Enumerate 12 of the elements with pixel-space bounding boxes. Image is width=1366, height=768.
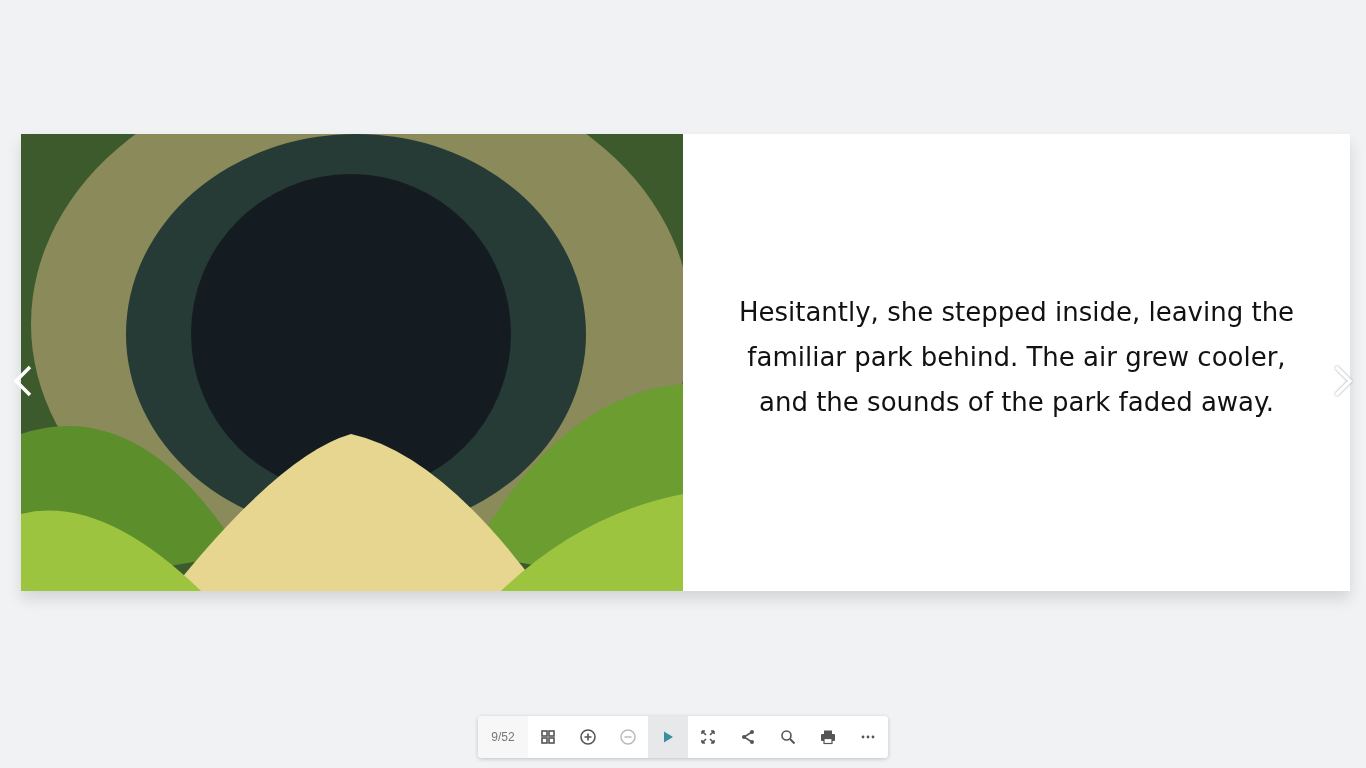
page-text: Hesitantly, she stepped inside, leaving the familiar park behind. The air grew cooler, and the sounds of the park faded away. (737, 296, 1296, 419)
page-counter: 9/52 (478, 716, 528, 758)
zoom-out-icon (620, 729, 636, 745)
thumbnails-button[interactable] (528, 716, 568, 758)
share-icon (740, 729, 756, 745)
fullscreen-icon (700, 729, 716, 745)
play-button[interactable] (648, 716, 688, 758)
search-icon (780, 729, 796, 745)
zoom-in-icon (580, 729, 596, 745)
printer-icon (820, 729, 836, 745)
grid-icon (540, 729, 556, 745)
fullscreen-button[interactable] (688, 716, 728, 758)
